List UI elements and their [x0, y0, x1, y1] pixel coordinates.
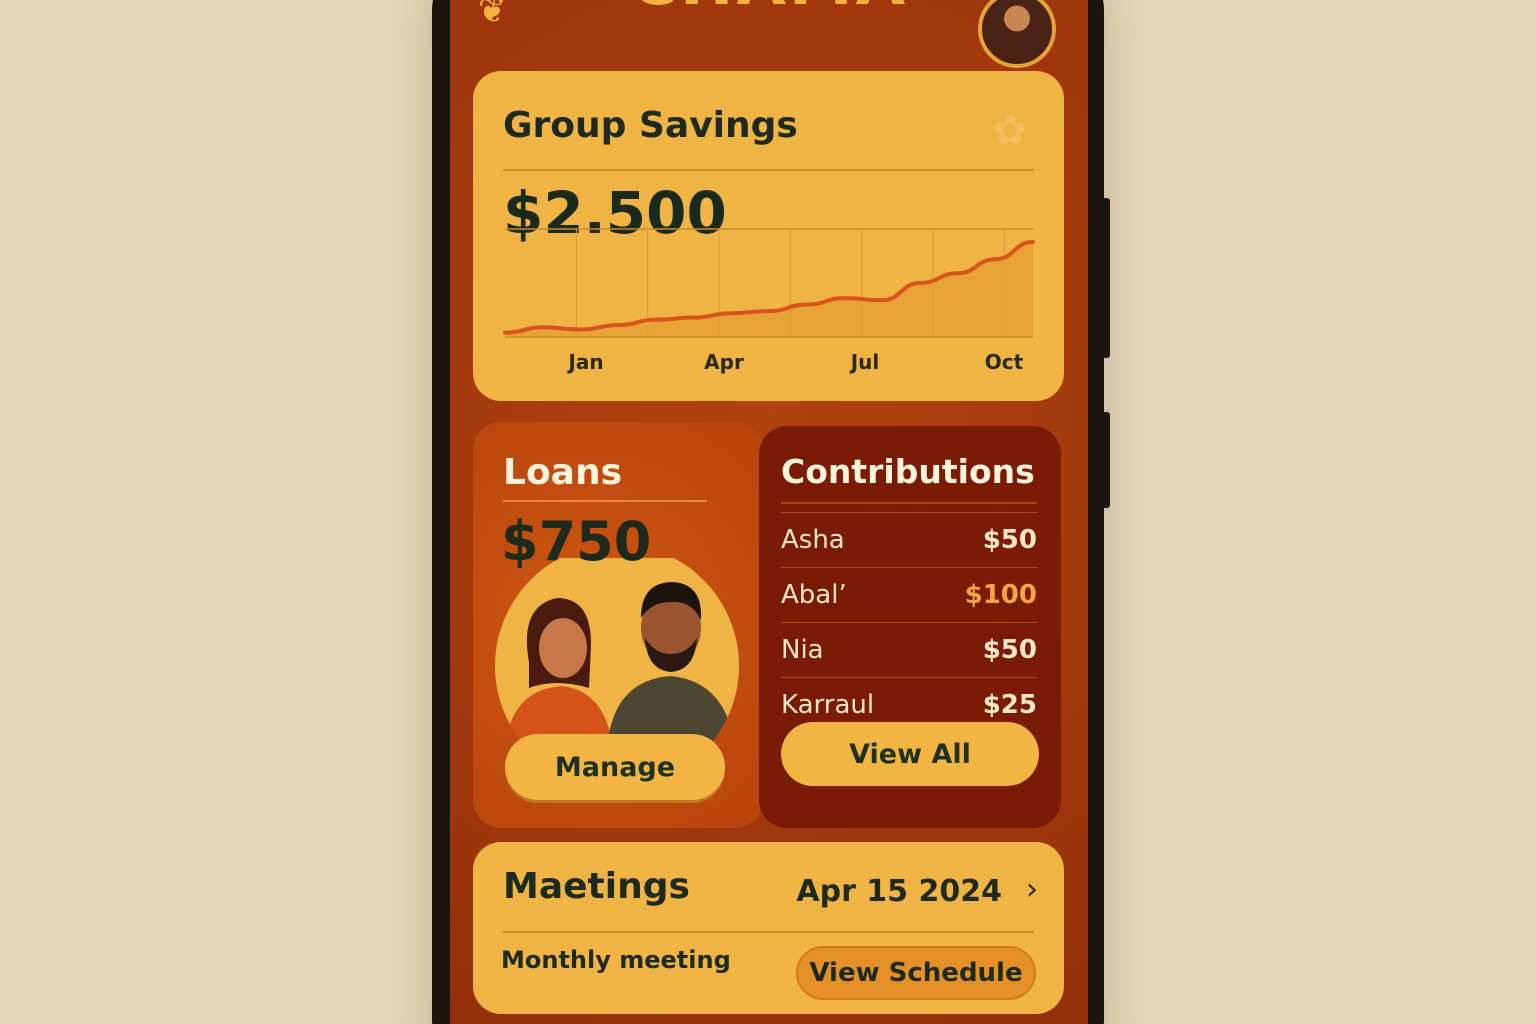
savings-line-chart: Jan Apr Jul Oct [503, 228, 1035, 374]
x-tick-label: Jan [566, 350, 603, 374]
divider [781, 502, 1037, 504]
loans-title: Loans [503, 452, 623, 493]
manage-loans-button[interactable]: Manage [505, 734, 725, 800]
phone-side-button [1102, 198, 1110, 358]
group-savings-card[interactable]: Group Savings ✿ $2.500 Jan Apr Jul Oct [473, 71, 1064, 401]
x-tick-label: Apr [704, 350, 744, 374]
member-name: Karraul [781, 690, 875, 720]
contribution-amount: $25 [982, 690, 1037, 720]
member-name: Nia [781, 635, 824, 665]
contribution-row[interactable]: Abal’ $100 [781, 567, 1037, 622]
meeting-date: Apr 15 2024 [796, 874, 1002, 909]
phone-side-button-lower [1102, 412, 1110, 508]
meetings-title: Maetings [503, 866, 690, 907]
x-tick-label: Jul [849, 350, 880, 374]
contribution-amount: $50 [982, 525, 1037, 555]
meetings-card[interactable]: Maetings Apr 15 2024 › Monthly meeting V… [473, 842, 1064, 1014]
contributions-list: Asha $50 Abal’ $100 Nia $50 Karraul $25 [781, 512, 1037, 732]
contribution-amount: $50 [982, 635, 1037, 665]
view-all-button[interactable]: View All [781, 722, 1039, 786]
app-screen: ❦ CHAMA Group Savings ✿ $2.500 JanAprJul… [450, 0, 1088, 1024]
x-tick-label: Oct [985, 350, 1024, 374]
divider [503, 931, 1034, 933]
profile-avatar[interactable] [978, 0, 1056, 68]
chart-area [505, 241, 1033, 337]
contributions-card: Contributions Asha $50 Abal’ $100 Nia $50 Karr… [759, 426, 1061, 828]
contributions-title: Contributions [781, 452, 1035, 491]
loans-amount: $750 [501, 510, 652, 573]
view-schedule-button[interactable]: View Schedule [796, 946, 1036, 1000]
divider [503, 500, 707, 502]
loans-card: Loans $750 Manage [473, 422, 763, 828]
member-name: Abal’ [781, 580, 847, 610]
contribution-amount: $100 [964, 580, 1037, 610]
chevron-right-icon[interactable]: › [1026, 872, 1038, 907]
member-name: Asha [781, 525, 845, 555]
members-illustration [495, 558, 739, 748]
woman-face [539, 618, 587, 678]
contribution-row[interactable]: Asha $50 [781, 512, 1037, 567]
contribution-row[interactable]: Nia $50 [781, 622, 1037, 677]
meeting-subtitle: Monthly meeting [501, 946, 731, 974]
